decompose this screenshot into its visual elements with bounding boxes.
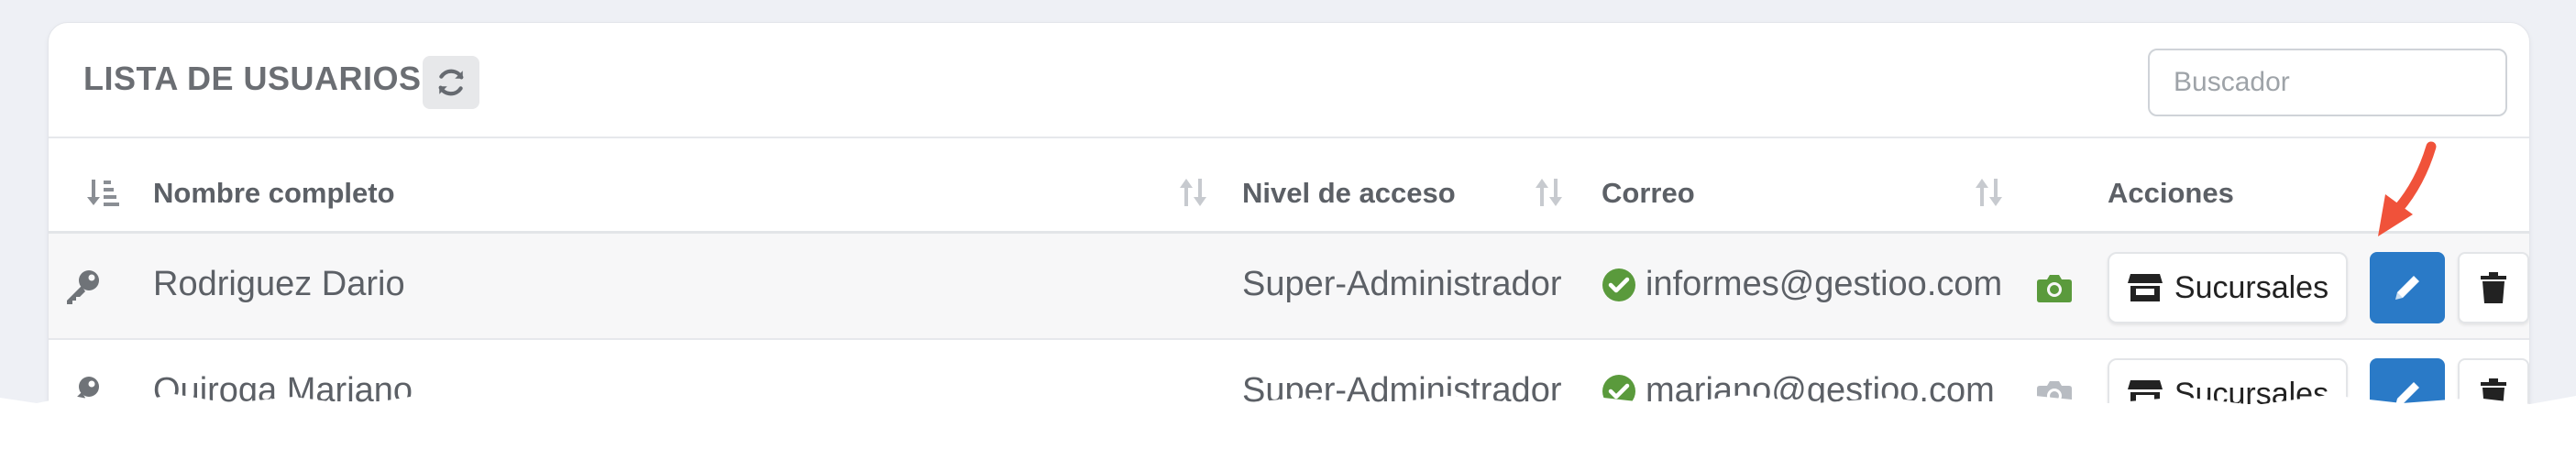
delete-button[interactable] xyxy=(2458,252,2529,323)
column-header-email[interactable]: Correo xyxy=(1602,177,1695,210)
table-row: Rodriguez Dario Super-Administrador info… xyxy=(49,234,2529,340)
user-name: Rodriguez Dario xyxy=(153,265,405,303)
user-email: informes@gestioo.com xyxy=(1646,265,2003,303)
refresh-button[interactable] xyxy=(423,56,479,109)
branches-label: Sucursales xyxy=(2174,269,2329,305)
torn-edge xyxy=(0,394,2576,449)
users-card: LISTA DE USUARIOS Nombre completo xyxy=(48,22,2530,449)
column-header-level[interactable]: Nivel de acceso xyxy=(1242,177,1456,210)
sort-level-icon[interactable] xyxy=(1534,177,1565,208)
key-icon xyxy=(67,270,99,304)
sort-name-icon[interactable] xyxy=(1178,177,1209,208)
annotation-arrow-icon xyxy=(2378,141,2437,236)
access-level: Super-Administrador xyxy=(1242,265,1562,303)
verified-check-icon xyxy=(1602,268,1635,301)
store-icon xyxy=(2127,274,2163,301)
table-header: Nombre completo Nivel de acceso Correo A… xyxy=(49,138,2529,234)
search-input[interactable] xyxy=(2148,49,2507,116)
branches-button[interactable]: Sucursales xyxy=(2108,252,2348,323)
pencil-icon xyxy=(2395,276,2419,300)
column-header-name[interactable]: Nombre completo xyxy=(153,177,395,210)
card-header: LISTA DE USUARIOS xyxy=(49,23,2529,138)
edit-button[interactable] xyxy=(2370,252,2445,323)
camera-icon[interactable] xyxy=(2036,272,2073,303)
trash-icon xyxy=(2481,272,2506,303)
column-header-actions: Acciones xyxy=(2108,177,2234,209)
sort-order-icon[interactable] xyxy=(87,177,122,208)
refresh-icon xyxy=(438,69,464,96)
page-title: LISTA DE USUARIOS xyxy=(83,60,422,97)
sort-email-icon[interactable] xyxy=(1974,177,2005,208)
email-cell: informes@gestioo.com xyxy=(1602,265,2002,304)
